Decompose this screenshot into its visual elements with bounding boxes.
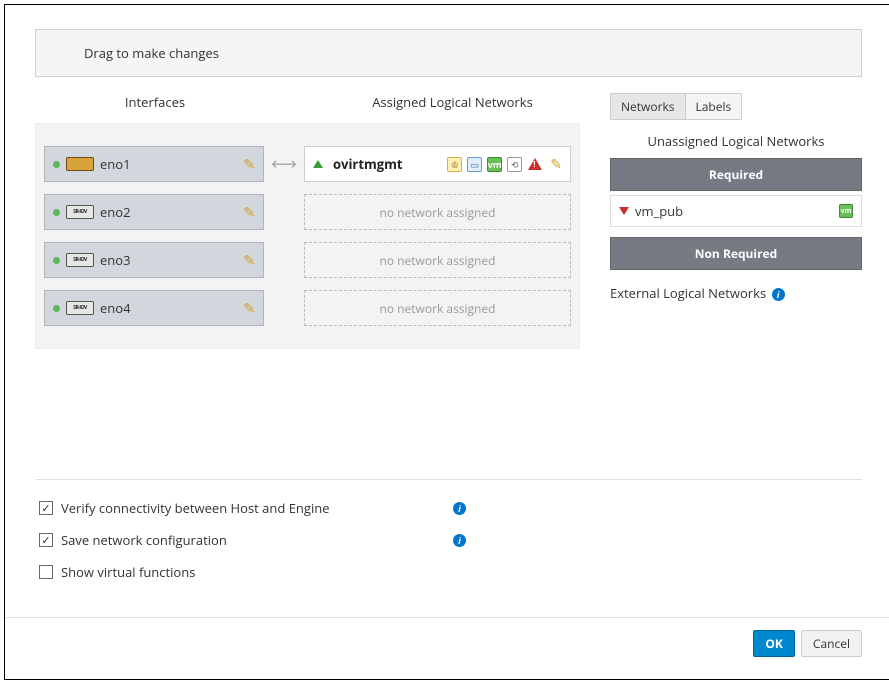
management-icon: ♔: [447, 157, 462, 172]
interface-name: eno1: [100, 155, 131, 173]
checkbox-verify[interactable]: ✓: [39, 501, 53, 515]
status-dot-icon: [53, 257, 60, 264]
unassigned-network-item[interactable]: vm_pub vm: [610, 195, 862, 227]
tab-labels[interactable]: Labels: [686, 94, 742, 119]
main-columns: Interfaces Assigned Logical Networks eno…: [35, 93, 862, 349]
option-label: Show virtual functions: [61, 563, 451, 581]
interface-card-eno1[interactable]: eno1 ✎: [44, 146, 264, 182]
interfaces-panel: eno1 ✎ ⟷ ovirtmgmt ♔ ▭ vm ⟲ ✎: [35, 123, 580, 349]
interface-card-eno4[interactable]: SR-IOV eno4 ✎: [44, 290, 264, 326]
drag-hint-banner: Drag to make changes: [35, 29, 862, 77]
drag-hint-text: Drag to make changes: [84, 44, 219, 62]
option-label: Verify connectivity between Host and Eng…: [61, 499, 451, 517]
interface-row: SR-IOV eno3 ✎ no network assigned: [44, 242, 571, 278]
option-show-virtual-functions: Show virtual functions: [35, 556, 862, 588]
option-verify-connectivity: ✓ Verify connectivity between Host and E…: [35, 492, 862, 524]
interface-card-eno3[interactable]: SR-IOV eno3 ✎: [44, 242, 264, 278]
tab-networks[interactable]: Networks: [611, 94, 686, 119]
no-network-dropzone[interactable]: no network assigned: [304, 242, 571, 278]
vm-network-icon: vm: [839, 204, 853, 218]
external-networks-label: External Logical Networks i: [610, 284, 862, 302]
edit-interface-icon[interactable]: ✎: [243, 251, 255, 270]
unassigned-network-name: vm_pub: [635, 202, 683, 220]
migration-icon: ⟲: [507, 157, 522, 172]
vm-network-icon: vm: [487, 157, 502, 172]
left-column: Interfaces Assigned Logical Networks eno…: [35, 93, 580, 349]
interface-row: SR-IOV eno2 ✎ no network assigned: [44, 194, 571, 230]
setup-networks-dialog: Drag to make changes Interfaces Assigned…: [4, 4, 889, 680]
section-divider: [35, 479, 862, 480]
edit-interface-icon[interactable]: ✎: [243, 155, 255, 174]
info-icon[interactable]: i: [453, 534, 466, 547]
sriov-icon: SR-IOV: [66, 253, 94, 267]
interface-row: SR-IOV eno4 ✎ no network assigned: [44, 290, 571, 326]
no-network-dropzone[interactable]: no network assigned: [304, 290, 571, 326]
option-save-config: ✓ Save network configuration i: [35, 524, 862, 556]
checkbox-save[interactable]: ✓: [39, 533, 53, 547]
edit-interface-icon[interactable]: ✎: [243, 299, 255, 318]
assigned-header: Assigned Logical Networks: [325, 93, 580, 111]
status-dot-icon: [53, 209, 60, 216]
right-column: Networks Labels Unassigned Logical Netwo…: [610, 93, 862, 349]
network-tabs: Networks Labels: [610, 93, 742, 120]
no-network-dropzone[interactable]: no network assigned: [304, 194, 571, 230]
network-status-icon: [313, 160, 323, 168]
assigned-network-card[interactable]: ovirtmgmt ♔ ▭ vm ⟲ ✎: [304, 146, 571, 182]
required-section-header: Required: [610, 158, 862, 191]
options-block: ✓ Verify connectivity between Host and E…: [35, 492, 862, 588]
info-icon[interactable]: i: [772, 288, 785, 301]
display-icon: ▭: [467, 157, 482, 172]
non-required-section-header: Non Required: [610, 237, 862, 270]
interface-name: eno2: [100, 203, 131, 221]
edit-interface-icon[interactable]: ✎: [243, 203, 255, 222]
edit-network-icon[interactable]: ✎: [550, 155, 562, 174]
out-of-sync-icon: [528, 158, 542, 170]
status-dot-icon: [53, 161, 60, 168]
nic-icon: [66, 157, 94, 171]
dialog-footer: OK Cancel: [5, 617, 889, 657]
interface-name: eno3: [100, 251, 131, 269]
assigned-network-name: ovirtmgmt: [333, 155, 402, 173]
interface-row: eno1 ✎ ⟷ ovirtmgmt ♔ ▭ vm ⟲ ✎: [44, 146, 571, 182]
checkbox-showvf[interactable]: [39, 565, 53, 579]
status-dot-icon: [53, 305, 60, 312]
interface-card-eno2[interactable]: SR-IOV eno2 ✎: [44, 194, 264, 230]
sriov-icon: SR-IOV: [66, 205, 94, 219]
sriov-icon: SR-IOV: [66, 301, 94, 315]
network-down-icon: [619, 207, 629, 215]
interface-name: eno4: [100, 299, 131, 317]
interfaces-header: Interfaces: [35, 93, 275, 111]
column-headers: Interfaces Assigned Logical Networks: [35, 93, 580, 111]
link-arrow-icon: ⟷: [264, 152, 304, 176]
info-icon[interactable]: i: [453, 502, 466, 515]
unassigned-title: Unassigned Logical Networks: [610, 132, 862, 150]
ok-button[interactable]: OK: [753, 630, 795, 657]
cancel-button[interactable]: Cancel: [801, 630, 862, 657]
option-label: Save network configuration: [61, 531, 451, 549]
